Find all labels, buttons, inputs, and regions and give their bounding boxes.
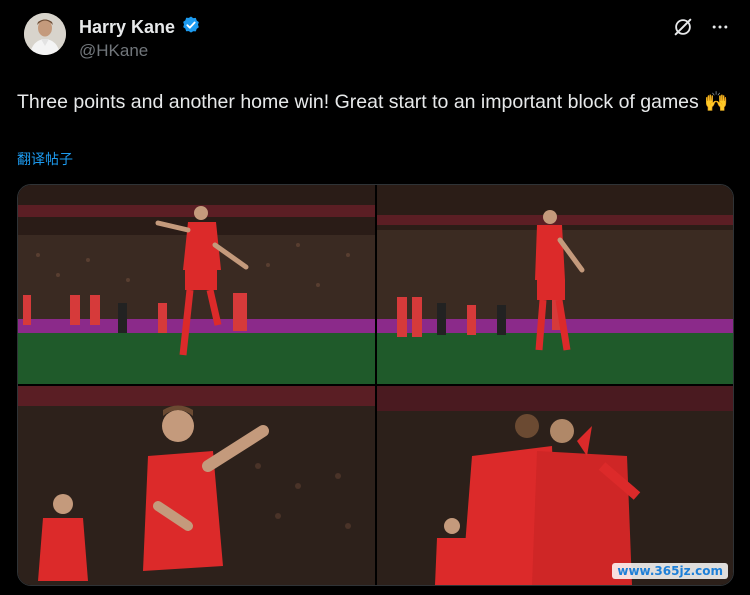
- author-row: Harry Kane: [79, 15, 201, 40]
- grok-icon[interactable]: [672, 16, 694, 43]
- author-handle[interactable]: @HKane: [79, 41, 148, 61]
- photo-1[interactable]: [18, 185, 375, 384]
- tweet-text: Three points and another home win! Great…: [17, 91, 729, 113]
- photo-4[interactable]: www.365jz.com: [377, 386, 733, 585]
- verified-badge-icon: [181, 15, 201, 40]
- avatar[interactable]: [24, 13, 66, 55]
- translate-post-link[interactable]: 翻译帖子: [17, 149, 73, 169]
- photo-2[interactable]: [377, 185, 733, 384]
- author-display-name[interactable]: Harry Kane: [79, 17, 175, 38]
- media-grid: www.365jz.com: [17, 184, 734, 586]
- more-icon[interactable]: [710, 17, 730, 42]
- photo-3[interactable]: [18, 386, 375, 585]
- avatar-image: [24, 13, 66, 55]
- watermark-text: www.365jz.com: [612, 563, 728, 579]
- tweet-actions: [672, 16, 730, 43]
